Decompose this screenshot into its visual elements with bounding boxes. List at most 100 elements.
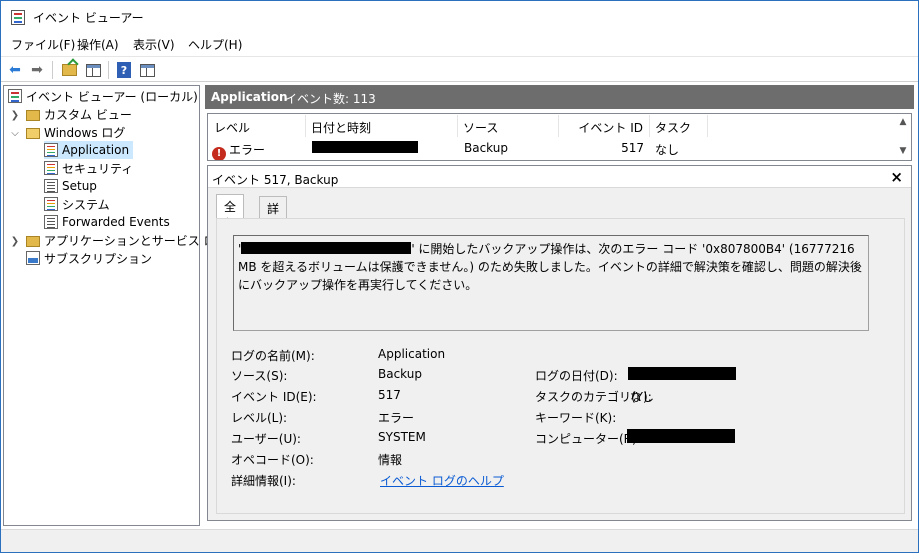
menu-bar: ファイル(F) 操作(A) 表示(V) ヘルプ(H) bbox=[1, 33, 918, 55]
tree-item-app-service-logs[interactable]: アプリケーションとサービス ログ bbox=[26, 231, 228, 249]
scroll-down-icon[interactable]: ▼ bbox=[897, 146, 909, 158]
detail-title: イベント 517, Backup bbox=[212, 173, 339, 187]
log-name-label: ログの名前(M): bbox=[231, 349, 315, 363]
title-bar: イベント ビューアー bbox=[1, 1, 918, 33]
tree-item-label: アプリケーションとサービス ログ bbox=[44, 233, 228, 248]
user-value[interactable]: SYSTEM bbox=[378, 430, 426, 444]
task-category-value[interactable]: なし bbox=[630, 388, 654, 405]
more-info-label: 詳細情報(I): bbox=[231, 474, 296, 488]
source-cell: Backup bbox=[464, 141, 508, 155]
menu-help[interactable]: ヘルプ(H) bbox=[188, 36, 242, 53]
action-pane-icon bbox=[139, 63, 155, 77]
redacted-computer-name[interactable] bbox=[627, 429, 735, 443]
column-header-level[interactable]: レベル bbox=[209, 115, 306, 137]
log-icon bbox=[44, 161, 58, 175]
event-id-cell: 517 bbox=[621, 141, 644, 155]
event-viewer-icon bbox=[11, 10, 25, 25]
tree-item-custom-views[interactable]: カスタム ビュー bbox=[26, 105, 132, 123]
event-id-value[interactable]: 517 bbox=[378, 388, 401, 402]
tree-item-label: Setup bbox=[62, 179, 97, 193]
datetime-cell bbox=[312, 141, 418, 156]
tree-item-label: Forwarded Events bbox=[62, 215, 170, 229]
forward-button[interactable]: ➡ bbox=[27, 60, 47, 80]
tree-item-forwarded-events[interactable]: Forwarded Events bbox=[44, 213, 170, 231]
tree-item-application[interactable]: Application bbox=[44, 141, 134, 159]
help-button[interactable]: ? bbox=[114, 60, 134, 80]
show-hide-tree-button[interactable] bbox=[83, 60, 103, 80]
tab-general[interactable]: 全般 bbox=[216, 194, 245, 231]
window-title: イベント ビューアー bbox=[33, 11, 144, 25]
tree-item-label: システム bbox=[62, 197, 110, 212]
detail-header: イベント 517, Backup × bbox=[208, 166, 911, 188]
tree-item-windows-logs[interactable]: Windows ログ bbox=[26, 123, 125, 141]
toolbar: ⬅ ➡ ? bbox=[1, 56, 918, 82]
log-title: Application bbox=[211, 90, 288, 104]
level-value[interactable]: エラー bbox=[378, 409, 414, 426]
log-icon bbox=[44, 179, 58, 193]
event-detail-pane: イベント 517, Backup × 全般 詳細 '' に開始したバックアップ操… bbox=[207, 165, 912, 521]
event-id-label: イベント ID(E): bbox=[231, 390, 317, 404]
event-viewer-window: イベント ビューアー ファイル(F) 操作(A) 表示(V) ヘルプ(H) ⬅ … bbox=[0, 0, 919, 553]
log-icon bbox=[44, 197, 58, 211]
log-header: Application イベント数: 113 bbox=[205, 85, 914, 109]
level-label: レベル(L): bbox=[231, 411, 288, 425]
menu-file[interactable]: ファイル(F) bbox=[11, 36, 75, 53]
results-pane: Application イベント数: 113 レベル 日付と時刻 ソース イベン… bbox=[205, 85, 914, 526]
console-tree: イベント ビューアー (ローカル) ❯ カスタム ビュー ⌵ Windows ロ… bbox=[3, 85, 228, 526]
user-label: ユーザー(U): bbox=[231, 432, 301, 446]
arrow-left-icon: ⬅ bbox=[9, 62, 21, 78]
general-tab-body: ' ' に開始したバックアップ操作は、次のエラー コード '0x807800B4'… bbox=[216, 218, 905, 514]
redacted-logged-date[interactable] bbox=[628, 367, 736, 380]
help-icon: ? bbox=[117, 62, 131, 78]
redacted-backup-time bbox=[241, 242, 412, 254]
subscription-icon bbox=[26, 251, 40, 265]
source-value[interactable]: Backup bbox=[378, 367, 422, 381]
chevron-down-icon[interactable]: ⌵ bbox=[10, 128, 20, 139]
column-header-event-id[interactable]: イベント ID bbox=[559, 115, 650, 137]
column-header-source[interactable]: ソース bbox=[458, 115, 559, 137]
event-log-help-link[interactable]: イベント ログのヘルプ bbox=[380, 472, 504, 489]
source-label: ソース(S): bbox=[231, 369, 288, 383]
tree-item-label: Windows ログ bbox=[44, 125, 126, 140]
event-message[interactable]: ' ' に開始したバックアップ操作は、次のエラー コード '0x807800B4'… bbox=[233, 235, 869, 331]
folder-open-icon bbox=[26, 127, 40, 139]
tree-item-system[interactable]: システム bbox=[44, 195, 110, 213]
tree-root[interactable]: イベント ビューアー (ローカル) bbox=[8, 87, 198, 105]
close-icon[interactable]: × bbox=[890, 168, 903, 186]
folder-icon bbox=[26, 235, 40, 247]
opcode-label: オペコード(O): bbox=[231, 453, 314, 467]
keywords-label: キーワード(K): bbox=[535, 411, 617, 425]
up-folder-button[interactable] bbox=[59, 60, 79, 80]
tree-root-label: イベント ビューアー (ローカル) bbox=[26, 89, 198, 104]
scroll-up-icon[interactable]: ▲ bbox=[897, 117, 909, 129]
logged-label: ログの日付(D): bbox=[535, 369, 618, 383]
log-icon bbox=[44, 143, 58, 157]
redacted-datetime bbox=[312, 141, 418, 153]
column-header-datetime[interactable]: 日付と時刻 bbox=[306, 115, 458, 137]
arrow-right-icon: ➡ bbox=[31, 62, 43, 78]
folder-icon bbox=[26, 109, 40, 121]
log-name-value[interactable]: Application bbox=[378, 347, 445, 361]
opcode-value[interactable]: 情報 bbox=[378, 451, 402, 468]
level-cell: ! エラー bbox=[212, 141, 266, 160]
tree-item-label: セキュリティ bbox=[62, 161, 134, 176]
event-list: レベル 日付と時刻 ソース イベント ID タスクの... !エラー Backu… bbox=[207, 113, 912, 161]
tree-item-label: サブスクリプション bbox=[44, 251, 153, 266]
column-header-task[interactable]: タスクの... bbox=[650, 115, 708, 152]
back-button[interactable]: ⬅ bbox=[5, 60, 25, 80]
tree-item-security[interactable]: セキュリティ bbox=[44, 159, 133, 177]
log-icon bbox=[44, 215, 58, 229]
chevron-right-icon[interactable]: ❯ bbox=[10, 110, 20, 121]
menu-view[interactable]: 表示(V) bbox=[133, 36, 175, 53]
menu-action[interactable]: 操作(A) bbox=[77, 36, 119, 53]
level-text: エラー bbox=[229, 143, 266, 157]
error-icon: ! bbox=[212, 147, 226, 160]
task-cell: なし bbox=[655, 143, 680, 157]
chevron-right-icon[interactable]: ❯ bbox=[10, 236, 20, 247]
show-hide-action-pane-button[interactable] bbox=[137, 60, 157, 80]
tab-details[interactable]: 詳細 bbox=[259, 196, 288, 233]
folder-up-icon bbox=[61, 64, 77, 76]
table-row[interactable]: ! エラー Backup 517 なし bbox=[208, 138, 708, 160]
tree-item-subscriptions[interactable]: サブスクリプション bbox=[26, 249, 152, 267]
tree-item-setup[interactable]: Setup bbox=[44, 177, 97, 195]
